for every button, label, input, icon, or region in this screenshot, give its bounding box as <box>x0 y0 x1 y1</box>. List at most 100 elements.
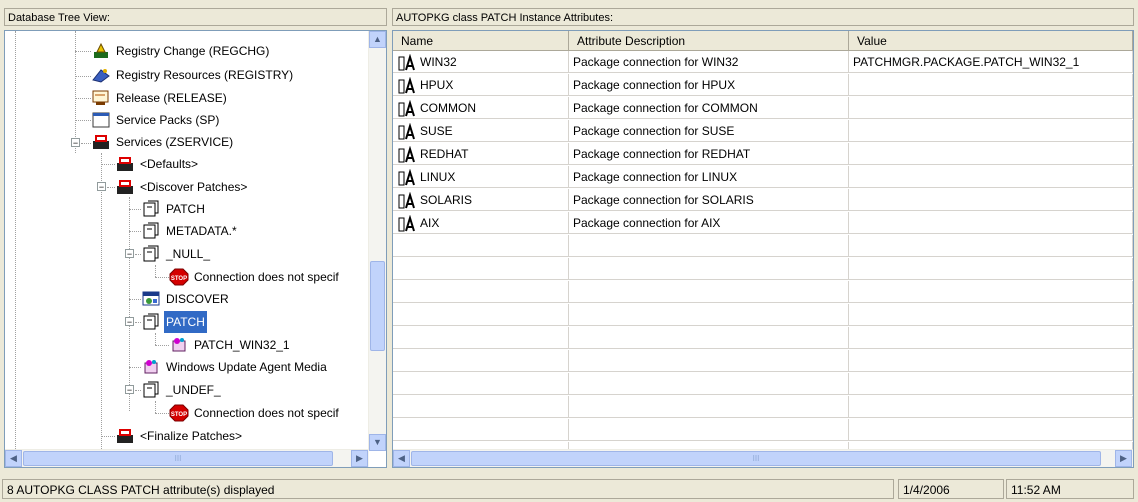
cell-text: Package connection for SOLARIS <box>573 193 754 207</box>
cell-value <box>849 189 1133 211</box>
tree-item-patch-selected[interactable]: PATCH <box>141 311 207 333</box>
discover-icon <box>141 290 161 308</box>
scroll-down-button[interactable]: ▼ <box>369 434 386 451</box>
tree-item-metadata[interactable]: METADATA.* <box>141 220 239 242</box>
scroll-right-button[interactable]: ▶ <box>351 450 368 467</box>
tree-vertical-scroll-thumb[interactable] <box>370 261 385 351</box>
cell-text: COMMON <box>420 101 476 115</box>
table-row[interactable]: SOLARIS Package connection for SOLARIS <box>393 189 1133 211</box>
class-icon <box>141 313 161 331</box>
tree-item-connection-error-2[interactable]: STOP Connection does not specif <box>169 402 341 424</box>
table-row[interactable]: COMMON Package connection for COMMON <box>393 97 1133 119</box>
cell-description: Package connection for WIN32 <box>569 51 849 73</box>
tree-item-finalize-patches[interactable]: <Finalize Patches> <box>115 425 244 447</box>
status-date: 1/4/2006 <box>898 479 1004 499</box>
tree-item-discover[interactable]: DISCOVER <box>141 288 231 310</box>
cell-name: SUSE <box>393 120 569 142</box>
expander-services[interactable]: − <box>71 138 80 148</box>
registry-change-icon <box>91 42 111 60</box>
tree-item-windows-update-agent[interactable]: Windows Update Agent Media <box>141 356 329 378</box>
tree-vertical-scrollbar[interactable]: ▲ ▼ <box>368 31 386 451</box>
empty-cell <box>569 281 849 303</box>
cell-text: LINUX <box>420 170 456 184</box>
tree-item-registry-change[interactable]: Registry Change (REGCHG) <box>91 40 271 62</box>
cell-text: Package connection for SUSE <box>573 124 735 138</box>
table-row[interactable]: HPUX Package connection for HPUX <box>393 74 1133 96</box>
tree-label: <Discover Patches> <box>140 180 248 194</box>
service-instance-icon <box>115 427 135 445</box>
empty-cell <box>849 396 1133 418</box>
expander-patch[interactable]: − <box>125 317 134 327</box>
tree-item-patch-class[interactable]: PATCH <box>141 198 207 220</box>
empty-cell <box>393 258 569 280</box>
column-header-value[interactable]: Value <box>849 31 1133 51</box>
expander-undef[interactable]: − <box>125 385 134 395</box>
table-horizontal-scroll-thumb[interactable]: III <box>411 451 1101 466</box>
column-header-description[interactable]: Attribute Description <box>569 31 849 51</box>
empty-row <box>393 235 1133 257</box>
cell-description: Package connection for AIX <box>569 212 849 234</box>
tree-label: Release (RELEASE) <box>116 91 227 105</box>
tree-item-undef[interactable]: _UNDEF_ <box>141 379 223 401</box>
table-row[interactable]: AIX Package connection for AIX <box>393 212 1133 234</box>
database-tree-view[interactable]: − − − − − Registry Change (REGCHG) Regis… <box>4 30 387 468</box>
cell-text: Package connection for HPUX <box>573 78 736 92</box>
cell-name: REDHAT <box>393 143 569 165</box>
empty-cell <box>393 281 569 303</box>
table-horizontal-scrollbar[interactable]: ◀ III ▶ <box>393 449 1133 467</box>
cell-value <box>849 143 1133 165</box>
package-icon <box>141 358 161 376</box>
empty-row <box>393 281 1133 303</box>
services-icon <box>91 133 111 151</box>
empty-cell <box>393 396 569 418</box>
svg-text:STOP: STOP <box>171 412 187 418</box>
tree-item-defaults[interactable]: <Defaults> <box>115 153 200 175</box>
attributes-table[interactable]: Name Attribute Description Value WIN32 Pa… <box>392 30 1134 468</box>
empty-row <box>393 258 1133 280</box>
table-scroll-right-button[interactable]: ▶ <box>1115 450 1132 467</box>
tree-item-registry-resources[interactable]: Registry Resources (REGISTRY) <box>91 64 295 86</box>
tree-item-null[interactable]: _NULL_ <box>141 243 212 265</box>
table-row[interactable]: LINUX Package connection for LINUX <box>393 166 1133 188</box>
empty-cell <box>849 419 1133 441</box>
tree-item-connection-error-1[interactable]: STOP Connection does not specif <box>169 266 341 288</box>
table-row[interactable]: SUSE Package connection for SUSE <box>393 120 1133 142</box>
cell-value <box>849 166 1133 188</box>
expander-discover-patches[interactable]: − <box>97 182 106 192</box>
cell-description: Package connection for SUSE <box>569 120 849 142</box>
tree-item-patch-win32-1[interactable]: PATCH_WIN32_1 <box>169 334 292 356</box>
cell-name: SOLARIS <box>393 189 569 211</box>
tree-horizontal-scrollbar[interactable]: ◀ III ▶ <box>5 449 369 467</box>
empty-cell <box>849 281 1133 303</box>
scroll-left-button[interactable]: ◀ <box>5 450 22 467</box>
cell-description: Package connection for HPUX <box>569 74 849 96</box>
cell-description: Package connection for COMMON <box>569 97 849 119</box>
cell-text: Package connection for WIN32 <box>573 55 739 69</box>
cell-value <box>849 212 1133 234</box>
tree-label: Registry Resources (REGISTRY) <box>116 68 294 82</box>
column-header-name[interactable]: Name <box>393 31 569 51</box>
stop-icon: STOP <box>169 268 189 286</box>
tree-label: <Finalize Patches> <box>140 429 243 443</box>
tree-item-release[interactable]: Release (RELEASE) <box>91 87 229 109</box>
empty-cell <box>569 419 849 441</box>
attribute-icon <box>398 191 415 209</box>
table-row[interactable]: REDHAT Package connection for REDHAT <box>393 143 1133 165</box>
tree-item-service-packs[interactable]: Service Packs (SP) <box>91 109 221 131</box>
tree-label: _NULL_ <box>166 247 211 261</box>
table-row[interactable]: WIN32 Package connection for WIN32 PATCHMG… <box>393 51 1133 73</box>
expander-null[interactable]: − <box>125 249 134 259</box>
empty-cell <box>569 304 849 326</box>
tree-item-services[interactable]: Services (ZSERVICE) <box>91 131 235 153</box>
tree-item-discover-patches[interactable]: <Discover Patches> <box>115 176 249 198</box>
table-scroll-left-button[interactable]: ◀ <box>393 450 410 467</box>
attribute-icon <box>398 145 415 163</box>
cell-name: HPUX <box>393 74 569 96</box>
tree-horizontal-scroll-thumb[interactable]: III <box>23 451 333 466</box>
empty-cell <box>393 373 569 395</box>
status-time: 11:52 AM <box>1006 479 1134 499</box>
attribute-icon <box>398 53 415 71</box>
cell-text: Package connection for REDHAT <box>573 147 751 161</box>
scroll-up-button[interactable]: ▲ <box>369 31 386 48</box>
service-packs-icon <box>91 111 111 129</box>
